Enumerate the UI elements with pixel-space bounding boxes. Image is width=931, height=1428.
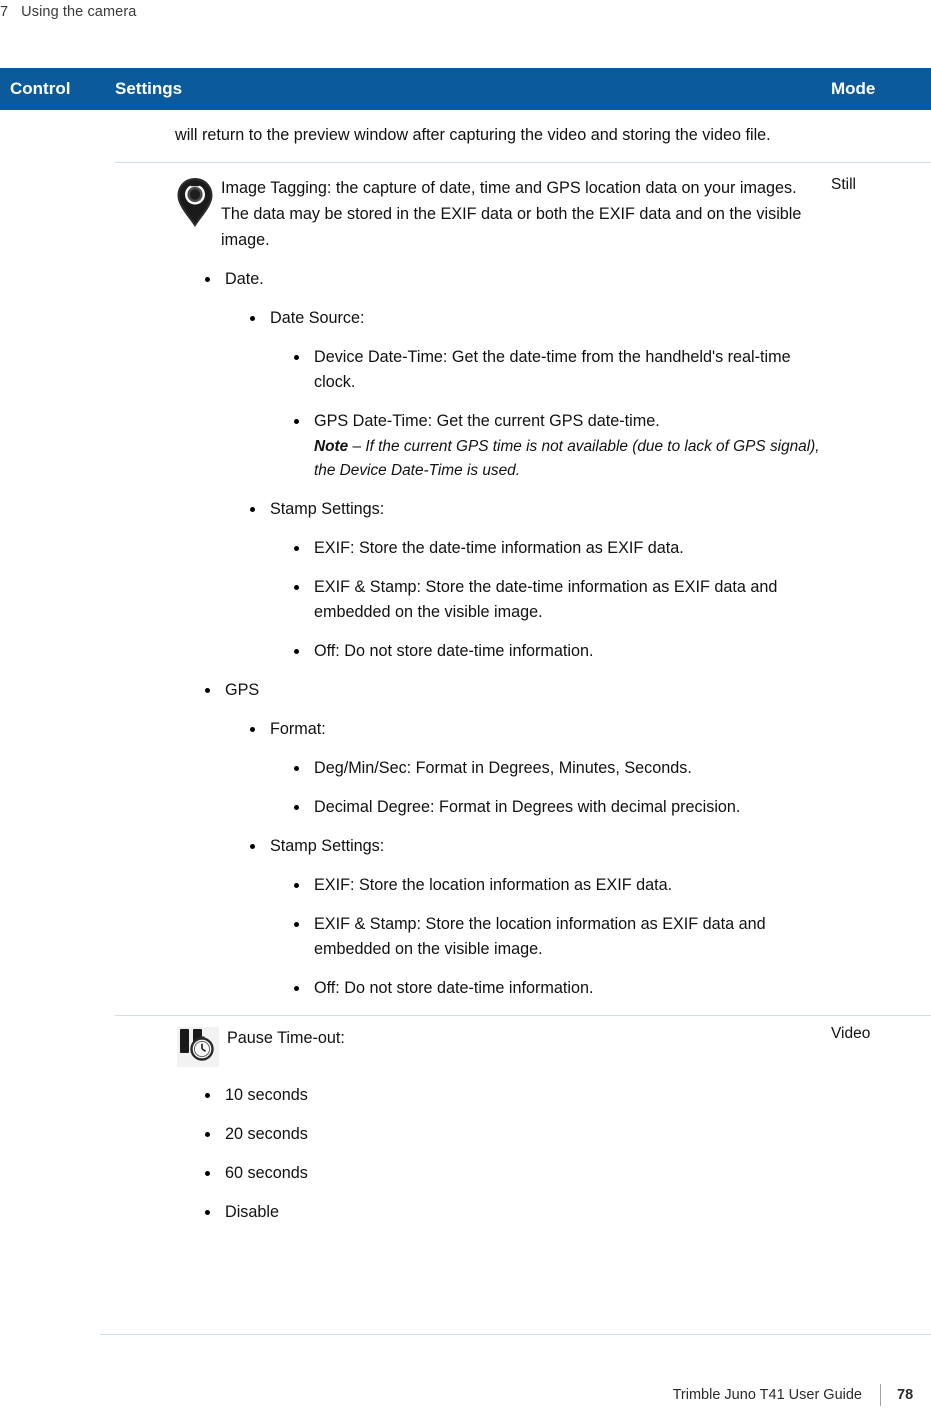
continued-paragraph: will return to the preview window after … — [175, 126, 771, 144]
list-item: GPS Format: Deg/Min/Sec: Format in Degre… — [205, 678, 821, 1001]
list-item-label: GPS — [225, 681, 260, 699]
pause-timeout-icon — [175, 1025, 221, 1069]
list-item-label: EXIF & Stamp: Store the date-time inform… — [314, 578, 778, 621]
chapter-number: 7 — [0, 4, 9, 20]
bullet-list-level2: Format: Deg/Min/Sec: Format in Degrees, … — [250, 717, 821, 1001]
list-item: Date. Date Source: Device Date-Time: Get… — [205, 267, 821, 664]
bullet-list-level1: Date. Date Source: Device Date-Time: Get… — [205, 267, 821, 1001]
list-item-label: Decimal Degree: Format in Degrees with d… — [314, 798, 741, 816]
settings-cell: will return to the preview window after … — [115, 110, 831, 162]
pause-timeout-lead-paragraph: Pause Time-out: — [175, 1025, 821, 1069]
list-item: Off: Do not store date-time information. — [294, 639, 821, 664]
table-row: will return to the preview window after … — [0, 110, 931, 162]
note-text: If the current GPS time is not available… — [314, 438, 820, 479]
table-row: Image Tagging: the capture of date, time… — [0, 162, 931, 1015]
note-block: Note – If the current GPS time is not av… — [314, 435, 821, 483]
list-item: 10 seconds — [205, 1083, 821, 1108]
image-tagging-lead-text: Image Tagging: the capture of date, time… — [221, 179, 802, 249]
list-item-label: EXIF: Store the date-time information as… — [314, 539, 684, 557]
list-item: Stamp Settings: EXIF: Store the location… — [250, 834, 821, 1001]
mode-cell: Video — [831, 1025, 871, 1042]
settings-cell: Image Tagging: the capture of date, time… — [115, 162, 831, 1015]
list-item-label: Device Date-Time: Get the date-time from… — [314, 348, 791, 391]
list-item: Stamp Settings: EXIF: Store the date-tim… — [250, 497, 821, 664]
bullet-list-level3: Device Date-Time: Get the date-time from… — [294, 345, 821, 483]
list-item: 20 seconds — [205, 1122, 821, 1147]
list-item-label: Disable — [225, 1203, 279, 1221]
list-item: Device Date-Time: Get the date-time from… — [294, 345, 821, 395]
pause-timeout-lead-text: Pause Time-out: — [227, 1029, 345, 1047]
footer-title: Trimble Juno T41 User Guide — [672, 1387, 862, 1403]
note-label: Note — [314, 438, 349, 455]
bullet-list-level3: EXIF: Store the date-time information as… — [294, 536, 821, 664]
list-item: Off: Do not store date-time information. — [294, 976, 821, 1001]
table-bottom-rule — [100, 1334, 931, 1335]
footer-divider — [880, 1384, 881, 1406]
list-item-label: 10 seconds — [225, 1086, 308, 1104]
running-header: 7 Using the camera — [0, 4, 136, 20]
note-dash: – — [348, 438, 366, 455]
table-row: Pause Time-out: 10 seconds 20 seconds 60… — [0, 1015, 931, 1251]
list-item: Decimal Degree: Format in Degrees with d… — [294, 795, 821, 820]
list-item-label: 60 seconds — [225, 1164, 308, 1182]
list-item-label: Date Source: — [270, 309, 365, 327]
mode-cell — [831, 110, 931, 134]
column-header-control: Control — [10, 79, 71, 98]
list-item-label: Off: Do not store date-time information. — [314, 642, 594, 660]
bullet-list-level3: Deg/Min/Sec: Format in Degrees, Minutes,… — [294, 756, 821, 820]
list-item: EXIF: Store the date-time information as… — [294, 536, 821, 561]
list-item-label: Off: Do not store date-time information. — [314, 979, 594, 997]
column-header-settings: Settings — [115, 79, 183, 98]
list-item: Disable — [205, 1200, 821, 1225]
list-item-label: EXIF & Stamp: Store the location informa… — [314, 915, 766, 958]
mode-cell: Still — [831, 176, 856, 193]
column-header-mode: Mode — [831, 79, 876, 98]
list-item-label: EXIF: Store the location information as … — [314, 876, 673, 894]
list-item: Format: Deg/Min/Sec: Format in Degrees, … — [250, 717, 821, 820]
list-item-label: Stamp Settings: — [270, 500, 385, 518]
list-item-label: Date. — [225, 270, 264, 288]
chapter-title: Using the camera — [21, 4, 137, 20]
list-item: GPS Date-Time: Get the current GPS date-… — [294, 409, 821, 483]
list-item: EXIF: Store the location information as … — [294, 873, 821, 898]
list-item-label: 20 seconds — [225, 1125, 308, 1143]
bullet-list-level2: Date Source: Device Date-Time: Get the d… — [250, 306, 821, 664]
list-item-label: Stamp Settings: — [270, 837, 385, 855]
list-item: 60 seconds — [205, 1161, 821, 1186]
list-item: EXIF & Stamp: Store the date-time inform… — [294, 575, 821, 625]
settings-table: Control Settings Mode will return to the… — [0, 68, 931, 1251]
settings-cell: Pause Time-out: 10 seconds 20 seconds 60… — [115, 1015, 831, 1251]
page-footer: Trimble Juno T41 User Guide 78 — [0, 1383, 931, 1407]
table-header-row: Control Settings Mode — [0, 68, 931, 110]
list-item: Date Source: Device Date-Time: Get the d… — [250, 306, 821, 483]
list-item: EXIF & Stamp: Store the location informa… — [294, 912, 821, 962]
bullet-list-level3: EXIF: Store the location information as … — [294, 873, 821, 1001]
list-item: Deg/Min/Sec: Format in Degrees, Minutes,… — [294, 756, 821, 781]
list-item-label: Deg/Min/Sec: Format in Degrees, Minutes,… — [314, 759, 692, 777]
image-tagging-lead-paragraph: Image Tagging: the capture of date, time… — [175, 175, 821, 253]
page-number: 78 — [897, 1387, 914, 1403]
bullet-list-level1: 10 seconds 20 seconds 60 seconds Disable — [205, 1083, 821, 1225]
location-pin-camera-icon — [175, 177, 215, 229]
list-item-label: Format: — [270, 720, 326, 738]
list-item-label: GPS Date-Time: Get the current GPS date-… — [314, 412, 660, 430]
